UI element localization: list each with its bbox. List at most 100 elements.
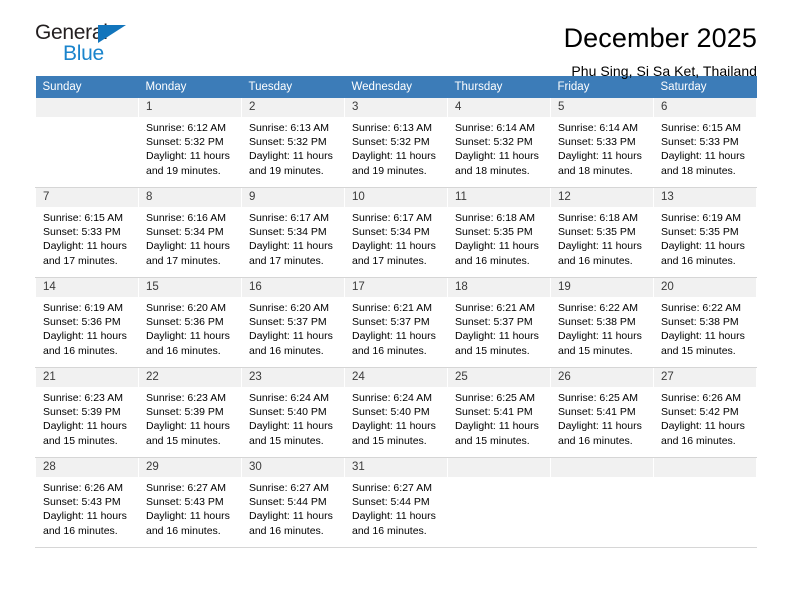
daylight-text: Daylight: 11 hours and 15 minutes.: [558, 330, 642, 357]
calendar-cell-day-24: 24 Sunrise: 6:24 AM Sunset: 5:40 PM Dayligh…: [344, 367, 448, 458]
calendar-cell-day-30: 30 Sunrise: 6:27 AM Sunset: 5:44 PM Dayligh…: [241, 457, 345, 548]
calendar-cell-day-2: 2 Sunrise: 6:13 AM Sunset: 5:32 PM Daylight…: [241, 98, 345, 188]
daylight-text: Daylight: 11 hours and 15 minutes.: [352, 420, 436, 447]
day-details: Sunrise: 6:27 AM Sunset: 5:44 PM Daylight:…: [345, 477, 447, 538]
daylight-text: Daylight: 11 hours and 16 minutes.: [146, 510, 230, 537]
day-details: Sunrise: 6:20 AM Sunset: 5:37 PM Daylight:…: [242, 297, 344, 358]
day-details: Sunrise: 6:19 AM Sunset: 5:35 PM Daylight:…: [654, 207, 756, 268]
calendar-page: General Blue December 2025 Phu Sing, Si …: [0, 0, 792, 612]
sunrise-text: Sunrise: 6:20 AM: [146, 302, 226, 314]
day-details: Sunrise: 6:15 AM Sunset: 5:33 PM Daylight:…: [654, 117, 756, 178]
cell-inner: 28 Sunrise: 6:26 AM Sunset: 5:43 PM Dayligh…: [36, 458, 138, 547]
sunset-text: Sunset: 5:33 PM: [661, 136, 739, 149]
day-details: Sunrise: 6:26 AM Sunset: 5:43 PM Daylight:…: [36, 477, 138, 538]
sunset-text: Sunset: 5:42 PM: [661, 406, 739, 419]
sunrise-text: Sunrise: 6:15 AM: [661, 122, 741, 134]
day-details: Sunrise: 6:26 AM Sunset: 5:42 PM Daylight:…: [654, 387, 756, 448]
sunset-text: Sunset: 5:44 PM: [249, 496, 327, 509]
day-number: 18: [448, 278, 550, 297]
sunset-text: Sunset: 5:40 PM: [249, 406, 327, 419]
daylight-text: Daylight: 11 hours and 18 minutes.: [558, 150, 642, 177]
sunset-text: Sunset: 5:34 PM: [249, 226, 327, 239]
sunrise-text: Sunrise: 6:23 AM: [146, 392, 226, 404]
sunrise-text: Sunrise: 6:18 AM: [455, 212, 535, 224]
daylight-text: Daylight: 11 hours and 15 minutes.: [455, 330, 539, 357]
day-number: 14: [36, 278, 138, 297]
calendar-cell-day-19: 19 Sunrise: 6:22 AM Sunset: 5:38 PM Dayligh…: [550, 277, 654, 368]
calendar-cell-empty: [447, 457, 551, 548]
cell-inner: 27 Sunrise: 6:26 AM Sunset: 5:42 PM Dayligh…: [654, 368, 756, 457]
cell-inner: 30 Sunrise: 6:27 AM Sunset: 5:44 PM Dayligh…: [242, 458, 344, 547]
general-blue-logo[interactable]: General Blue: [35, 22, 140, 68]
sunrise-text: Sunrise: 6:22 AM: [558, 302, 638, 314]
day-details: Sunrise: 6:14 AM Sunset: 5:32 PM Daylight:…: [448, 117, 550, 178]
day-number: 20: [654, 278, 756, 297]
cell-inner: 8 Sunrise: 6:16 AM Sunset: 5:34 PM Daylight…: [139, 188, 241, 277]
cell-inner: 26 Sunrise: 6:25 AM Sunset: 5:41 PM Dayligh…: [551, 368, 653, 457]
cell-inner: 18 Sunrise: 6:21 AM Sunset: 5:37 PM Dayligh…: [448, 278, 550, 367]
calendar-cell-day-21: 21 Sunrise: 6:23 AM Sunset: 5:39 PM Dayligh…: [35, 367, 139, 458]
day-details: Sunrise: 6:25 AM Sunset: 5:41 PM Daylight:…: [551, 387, 653, 448]
daylight-text: Daylight: 11 hours and 15 minutes.: [249, 420, 333, 447]
sunset-text: Sunset: 5:40 PM: [352, 406, 430, 419]
day-number: 3: [345, 98, 447, 117]
sunset-text: Sunset: 5:38 PM: [661, 316, 739, 329]
day-number: 22: [139, 368, 241, 387]
sunrise-text: Sunrise: 6:24 AM: [352, 392, 432, 404]
day-details: Sunrise: 6:27 AM Sunset: 5:44 PM Daylight:…: [242, 477, 344, 538]
day-details: Sunrise: 6:21 AM Sunset: 5:37 PM Daylight:…: [448, 297, 550, 358]
sunrise-text: Sunrise: 6:23 AM: [43, 392, 123, 404]
cell-inner: 17 Sunrise: 6:21 AM Sunset: 5:37 PM Dayligh…: [345, 278, 447, 367]
page-header: General Blue December 2025 Phu Sing, Si …: [35, 0, 757, 79]
weekday-header-saturday: Saturday: [653, 76, 757, 98]
cell-inner: 22 Sunrise: 6:23 AM Sunset: 5:39 PM Dayligh…: [139, 368, 241, 457]
calendar-week-row: 21 Sunrise: 6:23 AM Sunset: 5:39 PM Dayligh…: [35, 367, 757, 458]
sunrise-text: Sunrise: 6:27 AM: [249, 482, 329, 494]
day-details: Sunrise: 6:27 AM Sunset: 5:43 PM Daylight:…: [139, 477, 241, 538]
calendar-cell-day-9: 9 Sunrise: 6:17 AM Sunset: 5:34 PM Daylight…: [241, 187, 345, 278]
sunset-text: Sunset: 5:43 PM: [43, 496, 121, 509]
page-title: December 2025: [563, 23, 757, 53]
calendar-week-row: 1 Sunrise: 6:12 AM Sunset: 5:32 PM Daylight…: [35, 98, 757, 188]
sunrise-text: Sunrise: 6:21 AM: [455, 302, 535, 314]
day-details: Sunrise: 6:17 AM Sunset: 5:34 PM Daylight:…: [242, 207, 344, 268]
title-block: December 2025 Phu Sing, Si Sa Ket, Thail…: [140, 22, 757, 78]
cell-inner: 19 Sunrise: 6:22 AM Sunset: 5:38 PM Dayligh…: [551, 278, 653, 367]
cell-inner: 25 Sunrise: 6:25 AM Sunset: 5:41 PM Dayligh…: [448, 368, 550, 457]
calendar-cell-day-15: 15 Sunrise: 6:20 AM Sunset: 5:36 PM Dayligh…: [138, 277, 242, 368]
sunrise-text: Sunrise: 6:24 AM: [249, 392, 329, 404]
calendar-cell-day-17: 17 Sunrise: 6:21 AM Sunset: 5:37 PM Dayligh…: [344, 277, 448, 368]
sunrise-text: Sunrise: 6:21 AM: [352, 302, 432, 314]
sunset-text: Sunset: 5:37 PM: [455, 316, 533, 329]
logo-text-blue: Blue: [63, 42, 104, 65]
cell-inner: 5 Sunrise: 6:14 AM Sunset: 5:33 PM Daylight…: [551, 98, 653, 187]
day-number: 31: [345, 458, 447, 477]
weekday-header-thursday: Thursday: [447, 76, 551, 98]
day-details: Sunrise: 6:23 AM Sunset: 5:39 PM Daylight:…: [36, 387, 138, 448]
cell-inner: 2 Sunrise: 6:13 AM Sunset: 5:32 PM Daylight…: [242, 98, 344, 187]
day-number: 13: [654, 188, 756, 207]
daylight-text: Daylight: 11 hours and 16 minutes.: [249, 510, 333, 537]
day-number: 1: [139, 98, 241, 117]
calendar-cell-empty: [653, 457, 757, 548]
day-details: Sunrise: 6:13 AM Sunset: 5:32 PM Daylight:…: [345, 117, 447, 178]
cell-inner: [654, 458, 756, 547]
calendar-cell-day-8: 8 Sunrise: 6:16 AM Sunset: 5:34 PM Daylight…: [138, 187, 242, 278]
day-details: Sunrise: 6:14 AM Sunset: 5:33 PM Daylight:…: [551, 117, 653, 178]
daylight-text: Daylight: 11 hours and 16 minutes.: [455, 240, 539, 267]
calendar-cell-day-14: 14 Sunrise: 6:19 AM Sunset: 5:36 PM Dayligh…: [35, 277, 139, 368]
day-details: Sunrise: 6:22 AM Sunset: 5:38 PM Daylight:…: [654, 297, 756, 358]
day-number: [551, 458, 653, 477]
sunset-text: Sunset: 5:33 PM: [558, 136, 636, 149]
calendar-cell-day-4: 4 Sunrise: 6:14 AM Sunset: 5:32 PM Daylight…: [447, 98, 551, 188]
sunset-text: Sunset: 5:44 PM: [352, 496, 430, 509]
day-number: [36, 98, 138, 117]
day-details: Sunrise: 6:19 AM Sunset: 5:36 PM Daylight:…: [36, 297, 138, 358]
cell-inner: 3 Sunrise: 6:13 AM Sunset: 5:32 PM Daylight…: [345, 98, 447, 187]
cell-inner: 29 Sunrise: 6:27 AM Sunset: 5:43 PM Dayligh…: [139, 458, 241, 547]
sunrise-text: Sunrise: 6:19 AM: [43, 302, 123, 314]
calendar-cell-day-12: 12 Sunrise: 6:18 AM Sunset: 5:35 PM Dayligh…: [550, 187, 654, 278]
sunset-text: Sunset: 5:35 PM: [661, 226, 739, 239]
day-number: 29: [139, 458, 241, 477]
cell-inner: 21 Sunrise: 6:23 AM Sunset: 5:39 PM Dayligh…: [36, 368, 138, 457]
